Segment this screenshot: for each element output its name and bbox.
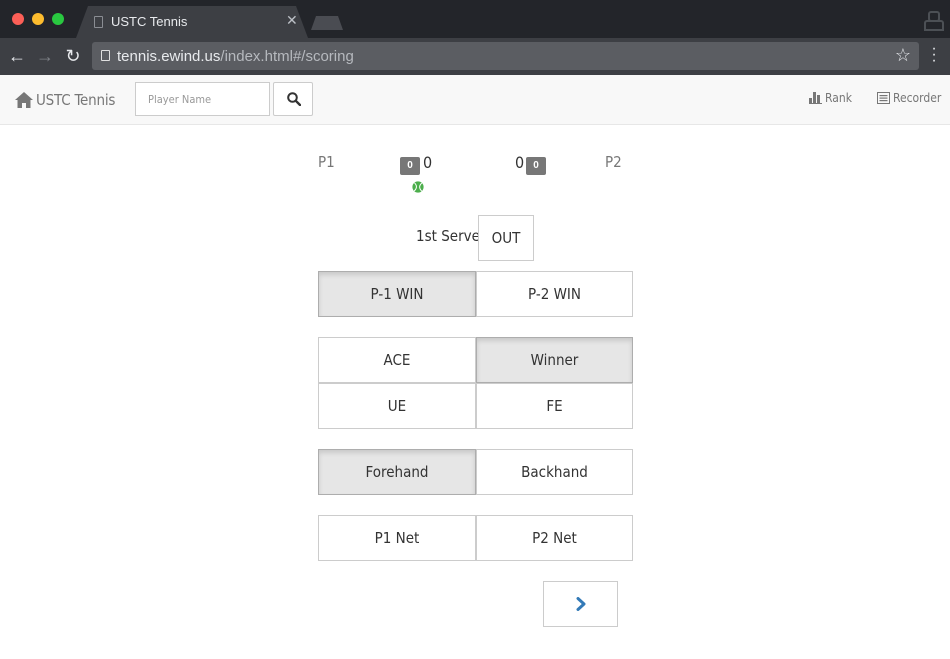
out-button[interactable]: OUT [478, 215, 534, 261]
list-icon [877, 92, 890, 104]
player2-points: 0 [515, 153, 525, 172]
tab-title: USTC Tennis [111, 14, 188, 29]
winner-button[interactable]: Winner [476, 337, 633, 383]
chevron-right-icon [576, 597, 585, 611]
forehand-button[interactable]: Forehand [318, 449, 476, 495]
backhand-button[interactable]: Backhand [476, 449, 633, 495]
player2-name: P2 [605, 153, 622, 171]
tennis-ball-icon [412, 181, 424, 193]
browser-toolbar: ← → ↻ tennis.ewind.us/index.html#/scorin… [0, 38, 950, 75]
next-button[interactable] [543, 581, 618, 627]
bar-chart-icon [809, 92, 822, 104]
maximize-window-button[interactable] [52, 13, 64, 25]
home-icon [15, 92, 33, 108]
browser-tab[interactable]: USTC Tennis ✕ [76, 6, 308, 38]
player2-games-badge: 0 [526, 157, 546, 175]
close-tab-icon[interactable]: ✕ [286, 12, 298, 29]
nav-rank-link[interactable]: Rank [809, 91, 852, 105]
player1-name: P1 [318, 153, 335, 171]
back-arrow-icon[interactable]: ← [7, 46, 27, 66]
page-info-icon[interactable] [101, 50, 110, 61]
app-navbar: USTC Tennis Rank Recorder [0, 75, 950, 125]
search-button[interactable] [273, 82, 313, 116]
nav-recorder-label: Recorder [893, 91, 942, 105]
p1-win-button[interactable]: P-1 WIN [318, 271, 476, 317]
page-icon [94, 16, 103, 28]
reload-icon[interactable]: ↻ [63, 46, 83, 66]
profile-icon[interactable] [924, 11, 944, 31]
nav-recorder-link[interactable]: Recorder [877, 91, 941, 105]
serve-label: 1st Serve [416, 227, 480, 245]
unforced-error-button[interactable]: UE [318, 383, 476, 429]
browser-tab-bar: USTC Tennis ✕ [0, 0, 950, 38]
brand-link[interactable]: USTC Tennis [14, 88, 115, 112]
p2-net-button[interactable]: P2 Net [476, 515, 633, 561]
close-window-button[interactable] [12, 13, 24, 25]
nav-rank-label: Rank [825, 91, 852, 105]
p1-net-button[interactable]: P1 Net [318, 515, 476, 561]
forward-arrow-icon[interactable]: → [35, 46, 55, 66]
new-tab-button[interactable] [311, 16, 343, 30]
bookmark-star-icon[interactable]: ☆ [895, 45, 911, 66]
address-bar[interactable]: tennis.ewind.us/index.html#/scoring ☆ [92, 42, 919, 70]
search-icon [287, 92, 301, 106]
player1-points: 0 [423, 153, 433, 172]
browser-menu-icon[interactable]: · · · [929, 41, 939, 69]
player1-games-badge: 0 [400, 157, 420, 175]
url-text: tennis.ewind.us/index.html#/scoring [117, 48, 354, 65]
minimize-window-button[interactable] [32, 13, 44, 25]
p2-win-button[interactable]: P-2 WIN [476, 271, 633, 317]
brand-label: USTC Tennis [36, 91, 116, 109]
player-search-input[interactable] [135, 82, 270, 116]
ace-button[interactable]: ACE [318, 337, 476, 383]
forced-error-button[interactable]: FE [476, 383, 633, 429]
